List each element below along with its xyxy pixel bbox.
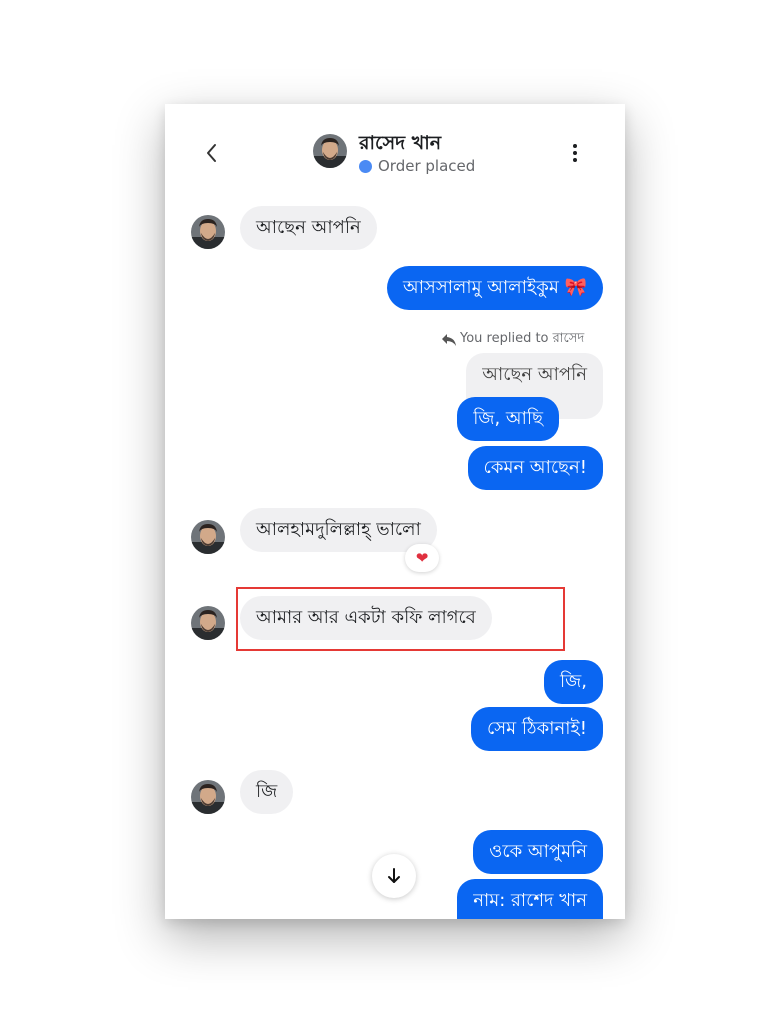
more-vertical-icon (573, 144, 577, 148)
scroll-to-bottom-button[interactable] (372, 854, 416, 898)
message-bubble-outgoing[interactable]: সেম ঠিকানাই! (470, 707, 603, 751)
message-bubble-outgoing[interactable]: ওকে আপুমনি (473, 830, 603, 874)
reply-label: You replied to রাসেদ (441, 329, 584, 350)
order-status: Order placed (359, 157, 475, 175)
message-bubble-outgoing[interactable]: কেমন আছেন! (467, 446, 603, 490)
sender-avatar[interactable] (191, 520, 225, 554)
back-button[interactable] (201, 140, 223, 166)
heart-reaction-icon[interactable]: ❤ (405, 544, 439, 572)
arrow-down-icon (388, 868, 400, 883)
message-bubble-outgoing[interactable]: নাম: রাশেদ খান (457, 879, 603, 919)
sender-avatar[interactable] (191, 215, 225, 249)
reply-icon (442, 333, 456, 346)
sender-avatar[interactable] (191, 606, 225, 640)
message-bubble-outgoing[interactable]: জি, আছি (457, 397, 559, 441)
reply-label-text: You replied to রাসেদ (460, 331, 585, 346)
message-bubble-incoming[interactable]: জি (240, 770, 294, 814)
message-bubble-incoming[interactable]: আছেন আপনি (240, 206, 377, 250)
message-bubble-outgoing[interactable]: জি, (544, 660, 603, 704)
sender-avatar[interactable] (191, 780, 225, 814)
status-label: Order placed (378, 157, 476, 175)
message-bubble-outgoing[interactable]: আসসালামু আলাইকুম 🎀 (386, 266, 603, 310)
more-options-button[interactable] (568, 142, 582, 164)
contact-avatar[interactable] (313, 134, 347, 168)
message-bubble-incoming[interactable]: আলহামদুলিল্লাহ্ ভালো (240, 508, 437, 552)
status-dot-icon (359, 159, 372, 173)
chat-screen: রাসেদ খান Order placed আছেন আপনি আসসালাম… (165, 104, 625, 919)
highlight-box (236, 587, 565, 651)
chevron-left-icon (207, 144, 216, 162)
